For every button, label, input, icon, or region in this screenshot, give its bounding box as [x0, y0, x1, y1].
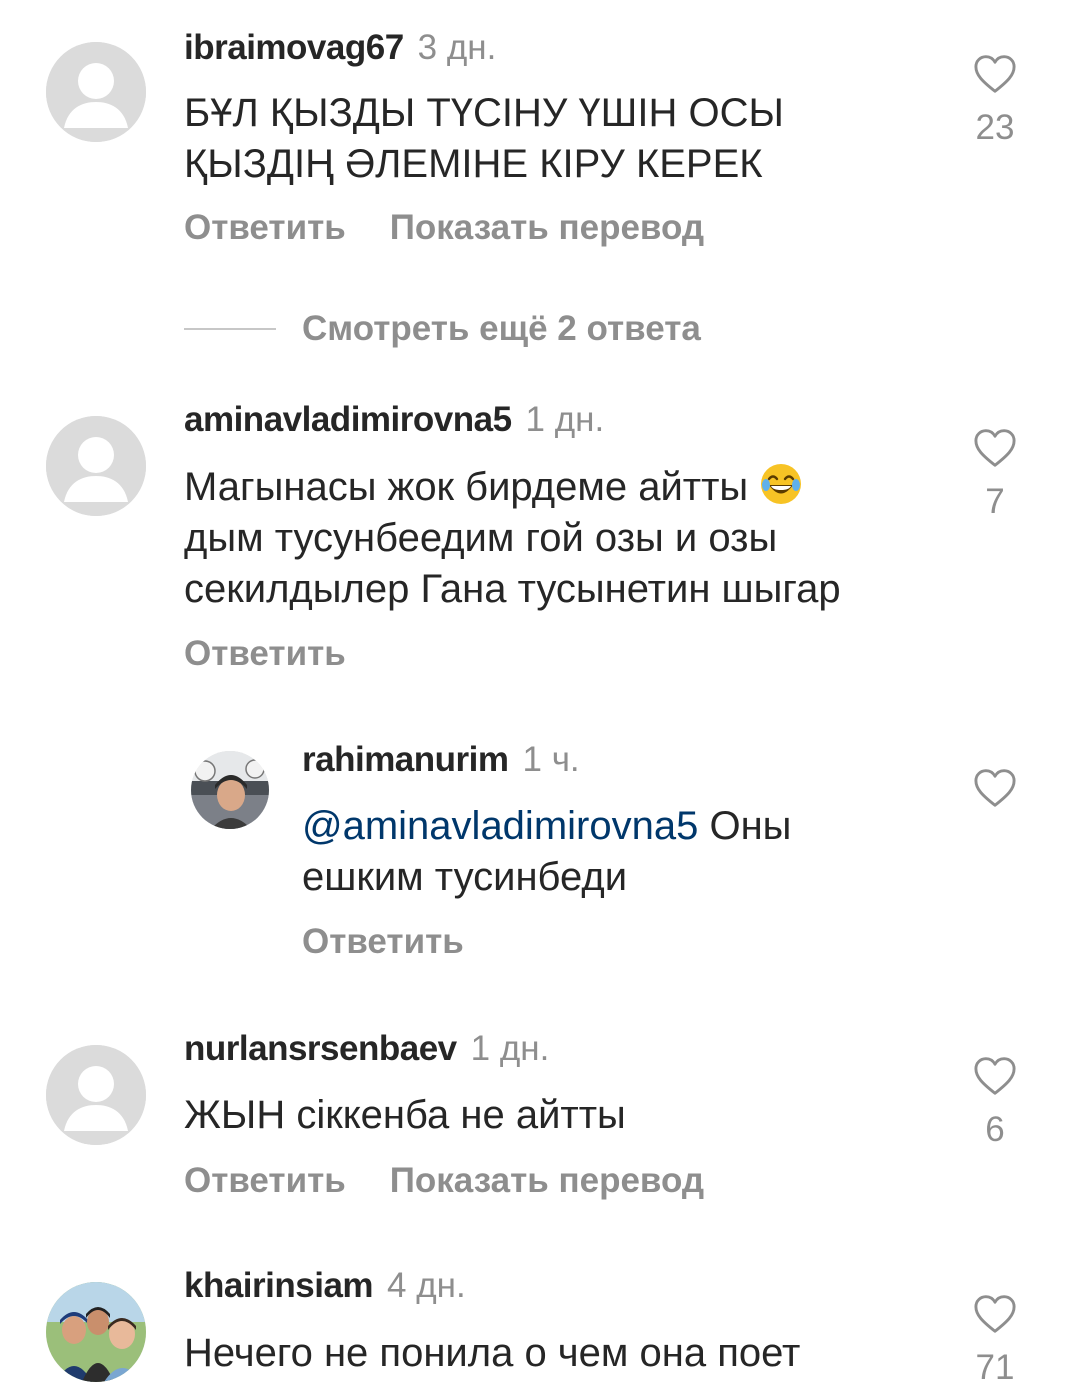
like-count: 23: [975, 108, 1015, 147]
avatar[interactable]: [46, 1045, 146, 1145]
like-area: 23: [965, 54, 1025, 148]
view-more-replies[interactable]: Смотреть ещё 2 ответа: [184, 306, 701, 352]
heart-icon[interactable]: [973, 428, 1017, 468]
mention-link[interactable]: @aminavladimirovna5: [302, 804, 698, 848]
like-area: [965, 768, 1025, 808]
username-text[interactable]: ibraimovag67: [184, 28, 404, 67]
comment-text: ЖЫН сіккенба не айтты: [184, 1090, 626, 1141]
reply-button[interactable]: Ответить: [302, 922, 464, 962]
like-area: 6: [965, 1056, 1025, 1150]
comment-username[interactable]: aminavladimirovna5 1 дн.: [184, 400, 604, 440]
comment-actions: Ответить Показать перевод: [184, 208, 704, 248]
heart-icon[interactable]: [973, 768, 1017, 808]
comment-username[interactable]: khairinsiam 4 дн.: [184, 1266, 466, 1306]
comment-text: Нечего не понила о чем она поет: [184, 1328, 800, 1379]
comment-text: Магынасы жок бирдеме айтты дым тусунбеед…: [184, 462, 841, 615]
photo-avatar: [46, 1282, 146, 1382]
comment-username[interactable]: ibraimovag67 3 дн.: [184, 28, 496, 68]
view-more-label[interactable]: Смотреть ещё 2 ответа: [302, 309, 701, 349]
like-area: 71: [965, 1294, 1025, 1388]
avatar[interactable]: [46, 42, 146, 142]
like-count: 6: [985, 1110, 1005, 1149]
like-count: 7: [985, 482, 1005, 521]
username-text[interactable]: khairinsiam: [184, 1266, 374, 1305]
comment-time: 4 дн.: [387, 1266, 466, 1305]
like-count: 71: [975, 1348, 1015, 1387]
comment-line: ЖЫН сіккенба не айтты: [184, 1093, 626, 1137]
username-text[interactable]: aminavladimirovna5: [184, 400, 512, 439]
comment-actions: Ответить: [184, 634, 346, 674]
like-area: 7: [965, 428, 1025, 522]
avatar[interactable]: [46, 416, 146, 516]
comment-line: @aminavladimirovna5 Оны: [302, 801, 791, 852]
comment-time: 3 дн.: [417, 28, 497, 67]
heart-icon[interactable]: [973, 1294, 1017, 1334]
comment-username[interactable]: nurlansrsenbaev 1 дн.: [184, 1029, 549, 1069]
divider-line: [184, 328, 276, 330]
comment-line: Магынасы жок бирдеме айтты: [184, 462, 841, 513]
reply-button[interactable]: Ответить: [184, 634, 346, 674]
comment-text: БҰЛ ҚЫЗДЫ ТҮСІНУ ҮШІН ОСЫ ҚЫЗДІҢ ӘЛЕМІНЕ…: [184, 88, 784, 190]
username-text[interactable]: rahimanurim: [302, 740, 509, 779]
comment-line: ҚЫЗДІҢ ӘЛЕМІНЕ КІРУ КЕРЕК: [184, 142, 763, 186]
comment-time: 1 дн.: [470, 1029, 550, 1068]
show-translation-button[interactable]: Показать перевод: [390, 1161, 704, 1201]
comment-text: @aminavladimirovna5 Оны ешким тусинбеди: [302, 801, 791, 903]
photo-avatar: [191, 751, 269, 829]
avatar[interactable]: [191, 751, 269, 829]
comment-line: секилдылер Гана тусынетин шыгар: [184, 567, 841, 611]
comment-time: 1 дн.: [525, 400, 605, 439]
default-avatar-icon: [46, 42, 146, 142]
heart-icon[interactable]: [973, 54, 1017, 94]
username-text[interactable]: nurlansrsenbaev: [184, 1029, 457, 1068]
reply-button[interactable]: Ответить: [184, 208, 346, 248]
default-avatar-icon: [46, 416, 146, 516]
comment-line-text: Магынасы жок бирдеме айтты: [184, 465, 749, 509]
comment-line: ешким тусинбеди: [302, 855, 628, 899]
default-avatar-icon: [46, 1045, 146, 1145]
comment-line: Нечего не понила о чем она поет: [184, 1331, 801, 1375]
laughing-emoji-icon: [759, 462, 803, 506]
comment-username[interactable]: rahimanurim 1 ч.: [302, 740, 580, 780]
comment-line: БҰЛ ҚЫЗДЫ ТҮСІНУ ҮШІН ОСЫ: [184, 91, 784, 135]
comment-actions: Ответить Показать перевод: [184, 1161, 704, 1201]
show-translation-button[interactable]: Показать перевод: [390, 208, 704, 248]
comment-line-text: Оны: [709, 804, 792, 848]
comment-actions: Ответить: [302, 922, 464, 962]
comment-time: 1 ч.: [522, 740, 580, 779]
avatar[interactable]: [46, 1282, 146, 1382]
heart-icon[interactable]: [973, 1056, 1017, 1096]
reply-button[interactable]: Ответить: [184, 1161, 346, 1201]
comment-line: дым тусунбеедим гой озы и озы: [184, 516, 778, 560]
